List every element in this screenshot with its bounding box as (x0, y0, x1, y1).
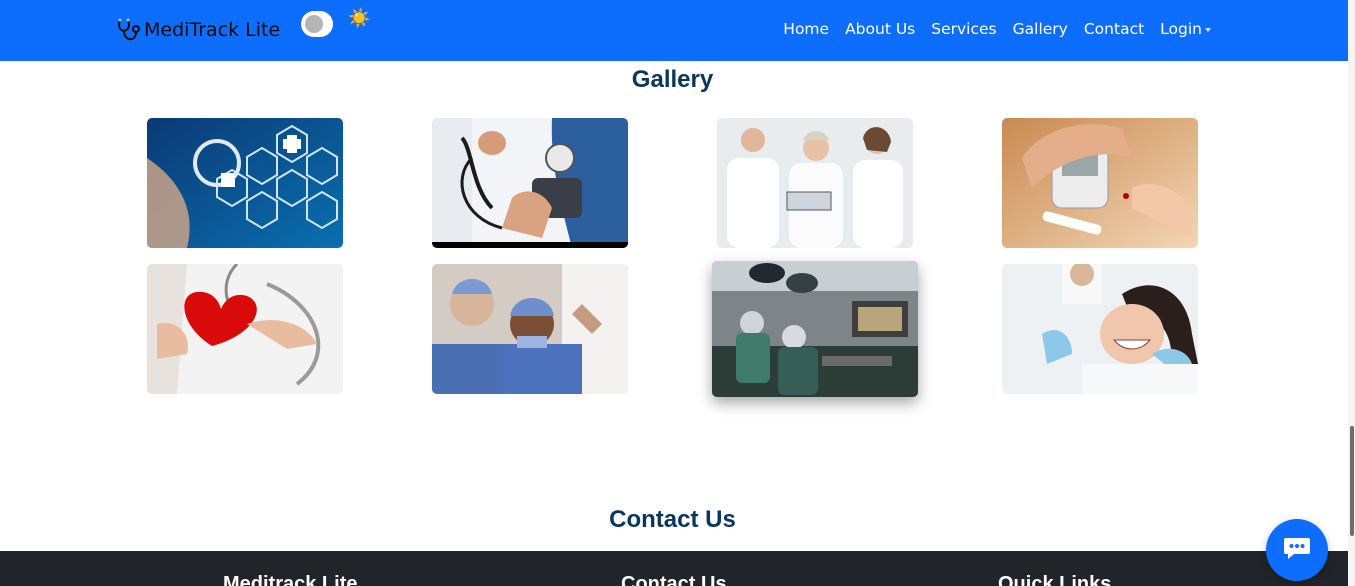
sun-icon: ☀️ (348, 8, 371, 28)
gallery-image-surgeons[interactable] (432, 264, 628, 394)
navbar: MediTrack Lite ☀️ Home About Us Services… (0, 0, 1348, 61)
chat-button[interactable] (1266, 519, 1328, 581)
gallery-image-glucose-test[interactable] (1002, 118, 1198, 248)
chat-bubble-icon (1283, 535, 1311, 566)
toggle-knob (305, 15, 323, 33)
gallery-title: Gallery (631, 66, 714, 93)
brand[interactable]: MediTrack Lite (115, 17, 280, 43)
page-scrollbar[interactable] (1348, 0, 1355, 586)
gallery-image-dental[interactable] (1002, 264, 1198, 394)
stethoscope-icon (115, 17, 141, 43)
footer: Meditrack Lite Contact Us Quick Links (0, 551, 1348, 586)
scrollbar-thumb[interactable] (1350, 426, 1354, 536)
footer-contact-heading: Contact Us (621, 573, 727, 586)
theme-toggle[interactable] (301, 11, 333, 37)
brand-name: MediTrack Lite (144, 19, 281, 41)
nav-services[interactable]: Services (931, 20, 996, 38)
gallery-image-heart-stethoscope[interactable] (147, 264, 343, 394)
gallery-image-doctors-tablet[interactable] (717, 118, 913, 248)
caret-down-icon (1205, 27, 1211, 32)
nav-contact[interactable]: Contact (1084, 20, 1144, 38)
gallery-image-blood-pressure[interactable] (432, 118, 628, 248)
nav-about-us[interactable]: About Us (845, 20, 915, 38)
contact-title: Contact Us (609, 506, 736, 533)
nav-home[interactable]: Home (783, 20, 829, 38)
nav-login-dropdown[interactable]: Login (1160, 20, 1211, 38)
gallery-image-medical-tech[interactable] (147, 118, 343, 248)
nav-gallery[interactable]: Gallery (1013, 20, 1068, 38)
nav-login-label: Login (1160, 20, 1202, 38)
gallery-image-operating-room[interactable] (712, 261, 918, 397)
footer-quick-links-heading: Quick Links (998, 573, 1112, 586)
nav-links: Home About Us Services Gallery Contact L… (783, 20, 1211, 38)
footer-brand-heading: Meditrack Lite (223, 573, 358, 586)
